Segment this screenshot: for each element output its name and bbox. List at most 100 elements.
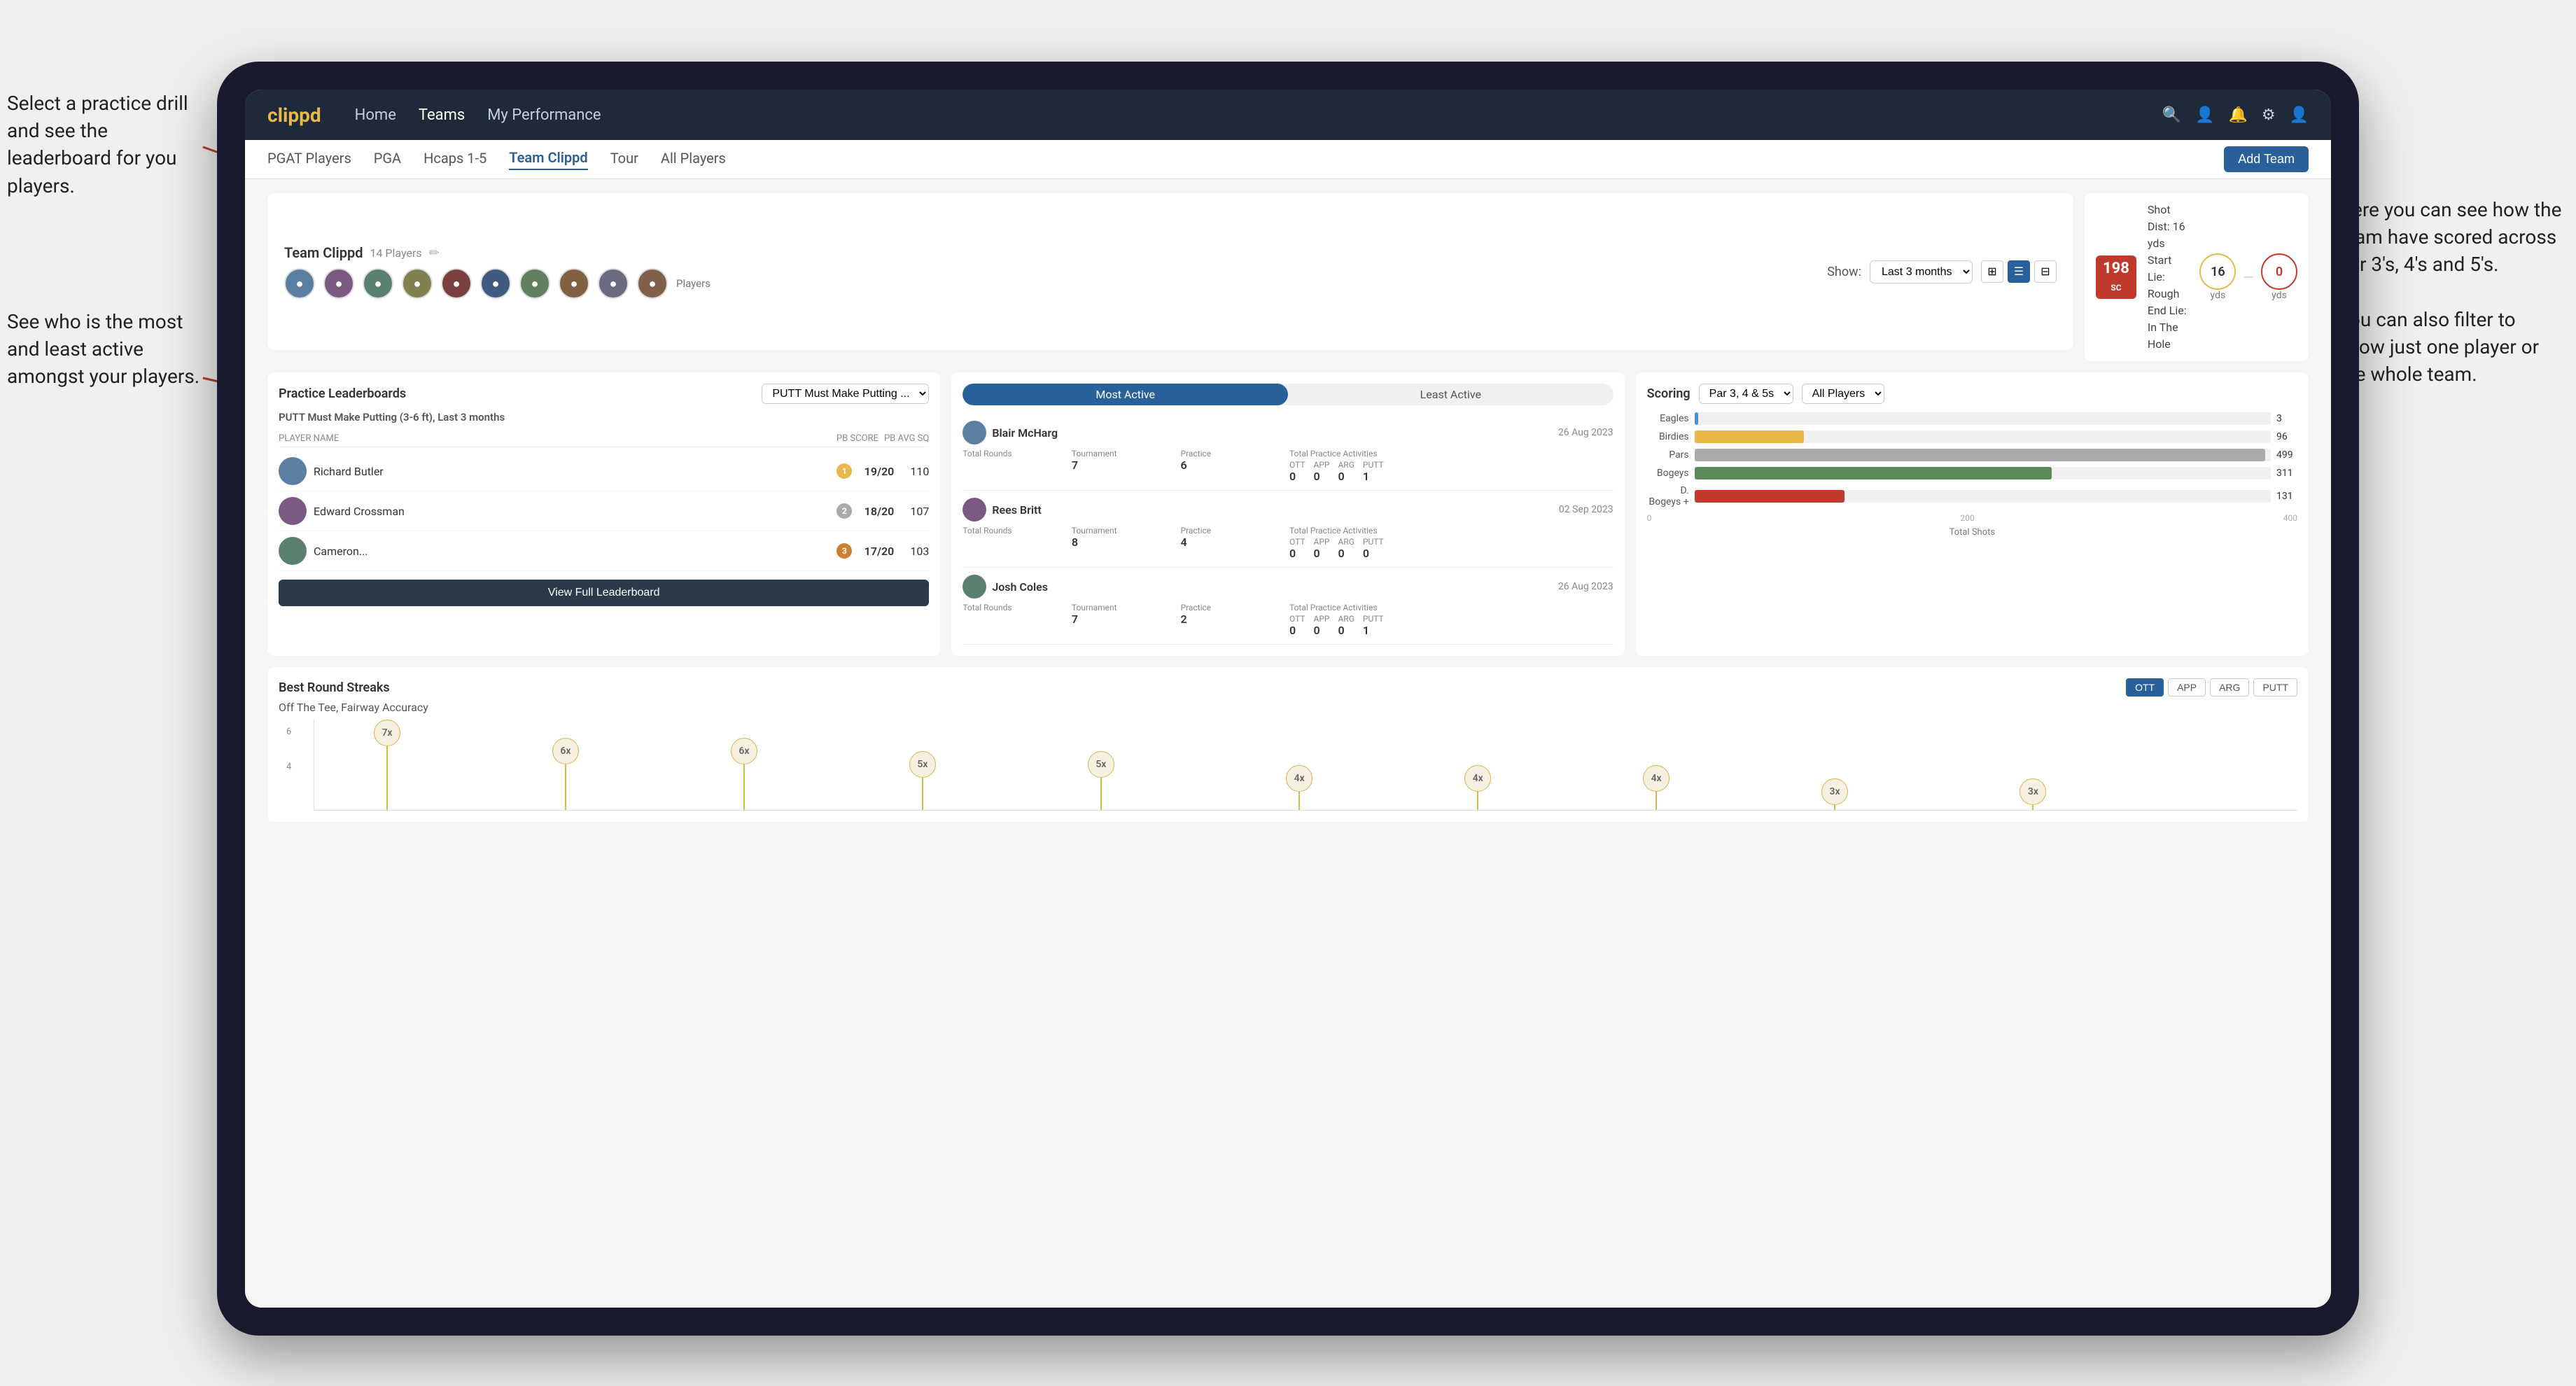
edit-team-icon[interactable]: ✏ [429, 246, 440, 260]
activity-tabs: Most Active Least Active [962, 384, 1613, 405]
lb-row-1: Richard Butler 1 19/20 110 [279, 451, 929, 491]
activity-stats-3: Total Rounds Tournament 7 Practice 2 [962, 603, 1613, 637]
player-count: 14 Players [370, 246, 421, 260]
birdies-bar: Birdies 96 [1647, 430, 2297, 443]
arg-filter-button[interactable]: ARG [2210, 678, 2249, 696]
lb-avatar-3 [279, 537, 307, 565]
subnav-all-players[interactable]: All Players [661, 150, 726, 169]
tablet-frame: clippd Home Teams My Performance 🔍 👤 🔔 ⚙… [217, 62, 2359, 1336]
bar-axis: 0 200 400 [1647, 513, 2297, 523]
lb-row-2: Edward Crossman 2 18/20 107 [279, 491, 929, 531]
annotation-bottom-left: See who is the most and least active amo… [7, 308, 203, 391]
nav-performance[interactable]: My Performance [487, 106, 601, 124]
navbar: clippd Home Teams My Performance 🔍 👤 🔔 ⚙… [245, 90, 2331, 140]
streak-dot-5: 5x [1088, 751, 1114, 810]
lb-avatar-2 [279, 497, 307, 525]
player-avatar-9: ● [598, 268, 629, 299]
activity-card-2: Rees Britt 02 Sep 2023 Total Rounds Tour… [962, 491, 1613, 568]
app-filter-button[interactable]: APP [2168, 678, 2206, 696]
total-practice-label-1: Total Practice Activities [1289, 449, 1614, 458]
players-row: ● ● ● ● ● ● ● ● ● ● Players [284, 268, 710, 299]
player-avatar-10: ● [637, 268, 668, 299]
streak-dot-4: 5x [909, 751, 936, 810]
card-view-button[interactable]: ⊟ [2034, 260, 2057, 283]
tournament-label-1: Tournament [1072, 449, 1178, 458]
streak-dot-8: 4x [1643, 765, 1670, 811]
nav-home[interactable]: Home [355, 106, 396, 124]
subnav-pgat[interactable]: PGAT Players [267, 150, 351, 169]
medal-silver: 2 [836, 503, 852, 519]
lb-avg-3: 103 [901, 545, 929, 558]
user-icon[interactable]: 👤 [2195, 106, 2214, 124]
team-title: Team Clippd [284, 244, 363, 261]
bell-icon[interactable]: 🔔 [2228, 106, 2247, 124]
annotation-right: Here you can see how the team have score… [2338, 196, 2562, 388]
least-active-tab[interactable]: Least Active [1288, 384, 1614, 405]
nav-teams[interactable]: Teams [419, 106, 465, 124]
shot-info: Shot Dist: 16 yds Start Lie: Rough End L… [2148, 202, 2189, 353]
navbar-icons: 🔍 👤 🔔 ⚙ 👤 [2162, 106, 2309, 124]
search-icon[interactable]: 🔍 [2162, 106, 2181, 124]
lb-player-2: Edward Crossman [314, 505, 830, 518]
scoring-title: Scoring [1647, 386, 1690, 401]
main-nav: Home Teams My Performance [355, 106, 2162, 124]
activity-name-1: Blair McHarg [992, 426, 1553, 440]
subnav-tour[interactable]: Tour [610, 150, 638, 169]
view-full-leaderboard-button[interactable]: View Full Leaderboard [279, 580, 929, 606]
lb-score-1: 19/20 [859, 465, 894, 478]
settings-icon[interactable]: ⚙ [2262, 106, 2276, 124]
scoring-bar-chart: Eagles 3 Birdies 96 [1647, 412, 2297, 507]
putt-filter-button[interactable]: PUTT [2253, 678, 2297, 696]
lb-header: PLAYER NAME PB SCORE PB AVG SQ [279, 430, 929, 447]
lb-player-3: Cameron... [314, 545, 830, 558]
subnav: PGAT Players PGA Hcaps 1-5 Team Clippd T… [245, 140, 2331, 179]
subnav-team-clippd[interactable]: Team Clippd [509, 149, 587, 170]
player-avatar-1: ● [284, 268, 315, 299]
activity-card-1: Blair McHarg 26 Aug 2023 Total Rounds To… [962, 414, 1613, 491]
drill-select[interactable]: PUTT Must Make Putting ... [762, 384, 929, 404]
activity-avatar-3 [962, 575, 986, 598]
add-team-button[interactable]: Add Team [2224, 146, 2309, 172]
total-rounds-label-1: Total Rounds [962, 449, 1069, 458]
subnav-hcaps[interactable]: Hcaps 1-5 [424, 150, 486, 169]
y-label-6: 6 [286, 727, 291, 737]
show-label: Show: [1827, 265, 1861, 279]
drill-subtitle: PUTT Must Make Putting (3-6 ft), Last 3 … [279, 411, 929, 424]
subnav-pga[interactable]: PGA [374, 150, 401, 169]
player-avatar-6: ● [480, 268, 511, 299]
lb-avg-2: 107 [901, 505, 929, 518]
show-controls: Show: Last 3 months Last 6 months Last y… [1827, 260, 2057, 284]
activity-avatar-2 [962, 498, 986, 522]
streak-dot-6: 4x [1286, 765, 1312, 811]
three-column-section: Practice Leaderboards PUTT Must Make Put… [267, 372, 2309, 656]
par-filter-select[interactable]: Par 3, 4 & 5s Par 3s Par 4s Par 5s [1699, 384, 1793, 404]
player-avatar-2: ● [323, 268, 354, 299]
chart-footer: Total Shots [1647, 527, 2297, 538]
main-content: Team Clippd 14 Players ✏ ● ● ● ● ● ● ● [245, 179, 2331, 1308]
brand-logo: clippd [267, 104, 321, 127]
player-filter-select[interactable]: All Players [1802, 384, 1884, 404]
show-period-select[interactable]: Last 3 months Last 6 months Last year [1870, 260, 1973, 284]
streak-dot-2: 6x [552, 738, 579, 810]
grid-view-button[interactable]: ⊞ [1981, 260, 2003, 283]
tournament-val-1: 7 [1072, 458, 1178, 472]
streaks-panel: Best Round Streaks OTT APP ARG PUTT Off … [267, 667, 2309, 822]
shot-circle-1: 16 [2199, 253, 2236, 290]
lb-avg-1: 110 [901, 465, 929, 478]
profile-icon[interactable]: 👤 [2290, 106, 2309, 124]
subnav-right: Add Team [2224, 146, 2309, 172]
shot-circle-2: 0 [2261, 253, 2297, 290]
player-avatar-8: ● [559, 268, 589, 299]
practice-val-1: 6 [1180, 458, 1287, 472]
activity-stats-1: Total Rounds Tournament 7 Practice 6 [962, 449, 1613, 483]
annotation-top-left: Select a practice drill and see the lead… [7, 90, 203, 200]
ott-filter-button[interactable]: OTT [2126, 678, 2164, 696]
activity-panel: Most Active Least Active Blair McHarg 26… [951, 372, 1624, 656]
streak-dot-10: 3x [2019, 778, 2046, 810]
lb-avatar-1 [279, 457, 307, 485]
list-view-button[interactable]: ☰ [2008, 260, 2030, 283]
activity-date-1: 26 Aug 2023 [1558, 427, 1614, 438]
most-active-tab[interactable]: Most Active [962, 384, 1288, 405]
lb-score-3: 17/20 [859, 545, 894, 558]
activity-date-2: 02 Sep 2023 [1559, 504, 1614, 515]
